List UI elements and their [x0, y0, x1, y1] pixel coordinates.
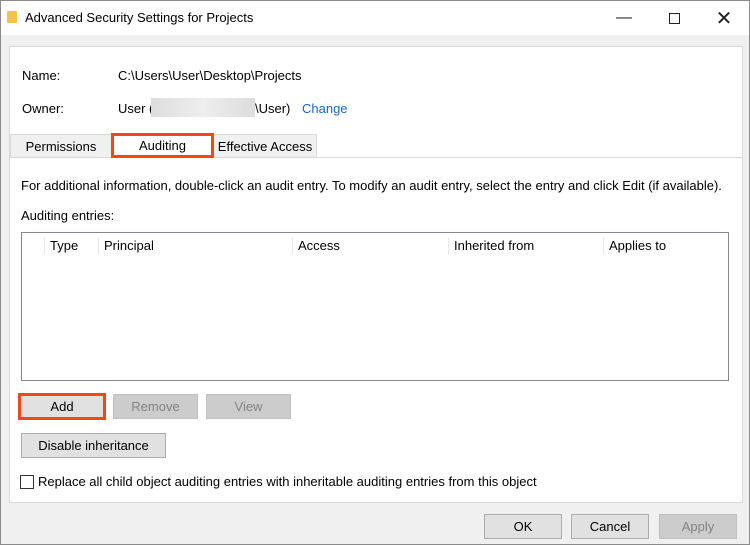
tab-permissions[interactable]: Permissions	[10, 134, 112, 157]
close-button[interactable]: ✕	[701, 1, 747, 35]
auditing-entries-list[interactable]: Type Principal Access Inherited from App…	[21, 232, 729, 381]
owner-prefix: User (	[118, 101, 154, 116]
name-label: Name:	[22, 68, 61, 83]
close-icon: ✕	[715, 7, 733, 30]
auditing-entries-label: Auditing entries:	[21, 208, 115, 223]
maximize-button[interactable]	[651, 1, 697, 35]
view-button[interactable]: View	[206, 394, 291, 419]
add-button[interactable]: Add	[18, 393, 106, 420]
ok-button[interactable]: OK	[484, 514, 562, 539]
name-value: C:\Users\User\Desktop\Projects	[118, 68, 302, 83]
replace-child-entries-label[interactable]: Replace all child object auditing entrie…	[38, 474, 537, 489]
tab-effective-access[interactable]: Effective Access	[213, 134, 317, 157]
column-header-inherited-from[interactable]: Inherited from	[448, 238, 534, 254]
apply-button[interactable]: Apply	[659, 514, 737, 539]
redacted-domain	[151, 98, 255, 117]
dialog-window: Advanced Security Settings for Projects …	[0, 0, 750, 545]
column-header-applies-to[interactable]: Applies to	[603, 238, 666, 254]
maximize-icon	[668, 12, 680, 24]
window-title: Advanced Security Settings for Projects	[25, 10, 254, 25]
folder-icon	[7, 11, 17, 23]
column-header-type[interactable]: Type	[44, 238, 78, 254]
column-header-access[interactable]: Access	[292, 238, 340, 254]
info-text: For additional information, double-click…	[21, 178, 722, 193]
replace-child-entries-checkbox[interactable]	[20, 475, 34, 489]
tab-auditing[interactable]: Auditing	[111, 133, 214, 158]
change-owner-link[interactable]: Change	[302, 101, 348, 116]
minimize-icon: —	[616, 9, 632, 26]
minimize-button[interactable]: —	[601, 1, 647, 35]
owner-suffix: \User)	[255, 101, 291, 116]
disable-inheritance-button[interactable]: Disable inheritance	[21, 433, 166, 458]
column-header-principal[interactable]: Principal	[98, 238, 154, 254]
cancel-button[interactable]: Cancel	[571, 514, 649, 539]
remove-button[interactable]: Remove	[113, 394, 198, 419]
owner-label: Owner:	[22, 101, 64, 116]
title-bar: Advanced Security Settings for Projects …	[1, 1, 749, 35]
